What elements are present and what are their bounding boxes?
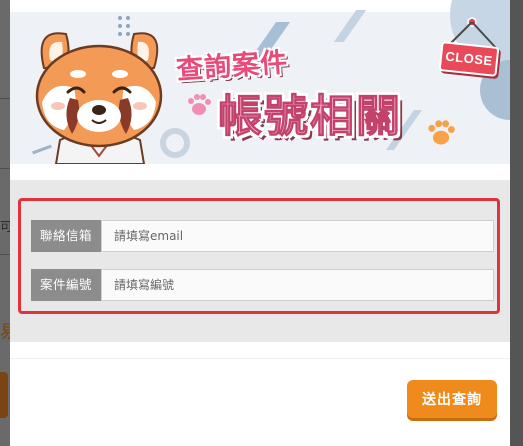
red-panda-mascot-icon [35, 32, 163, 164]
paw-icon [188, 94, 211, 115]
query-modal: 查詢案件 帳號相關 CLOSE 聯絡信箱 請填寫email 案件編號 請填寫編號… [10, 0, 510, 446]
background-glyph: 易 [0, 322, 10, 343]
background-divider [0, 98, 10, 99]
close-button[interactable]: CLOSE [438, 14, 502, 84]
close-label: CLOSE [438, 41, 500, 77]
background-divider [0, 254, 10, 255]
case-number-label: 案件編號 [31, 269, 101, 301]
banner-top-bar [10, 0, 510, 12]
case-number-row: 案件編號 [31, 269, 494, 301]
background-page-right [510, 0, 523, 446]
email-label: 聯絡信箱 [31, 220, 101, 252]
query-form: 聯絡信箱 案件編號 [18, 198, 500, 314]
form-section: 聯絡信箱 案件編號 [10, 180, 510, 342]
email-row: 聯絡信箱 [31, 220, 494, 252]
decor-stripe [333, 10, 367, 42]
background-divider [0, 168, 10, 169]
footer-divider [10, 358, 510, 359]
paw-icon [428, 120, 455, 145]
modal-banner: 查詢案件 帳號相關 CLOSE [10, 0, 510, 164]
case-number-input[interactable] [101, 269, 494, 301]
email-input[interactable] [101, 220, 494, 252]
banner-title-main: 帳號相關 [218, 91, 402, 143]
submit-query-button[interactable]: 送出查詢 [407, 380, 497, 418]
background-button [0, 372, 8, 418]
background-glyph: 可 [0, 220, 10, 235]
